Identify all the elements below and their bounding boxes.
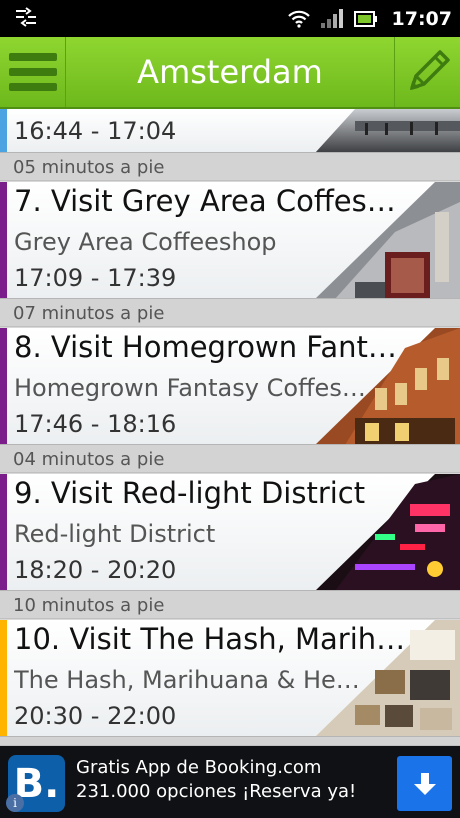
item-time: 16:44 - 17:04 [14,117,177,145]
itinerary-item[interactable]: 9. Visit Red-light District Red-light Di… [0,474,460,591]
menu-icon [8,53,57,61]
category-stripe [0,474,7,590]
itinerary-item[interactable]: 16:44 - 17:04 [0,109,460,153]
item-photo [316,182,460,298]
walking-time-separator [0,737,460,746]
category-stripe [0,109,7,152]
item-time: 17:46 - 18:16 [14,410,177,438]
item-photo [316,620,460,736]
category-stripe [0,182,7,298]
download-button[interactable] [397,756,452,811]
ad-info-icon[interactable]: i [6,794,24,812]
status-bar: 17:07 [0,0,460,37]
menu-icon-bar [8,68,57,76]
edit-button[interactable] [394,37,460,107]
walking-time: 10 minutos a pie [0,591,460,619]
menu-icon-bar [8,83,57,91]
itinerary-list[interactable]: 16:44 - 17:04 05 minutos a pie 7. Visit … [0,109,460,746]
download-arrow-icon [413,772,436,795]
walking-time: 05 minutos a pie [0,153,460,181]
itinerary-item[interactable]: 7. Visit Grey Area Coffeshop Grey Area C… [0,182,460,299]
battery-icon [353,10,377,27]
usb-debug-icon [16,7,36,27]
status-time: 17:07 [391,7,452,30]
category-stripe [0,620,7,736]
itinerary-item[interactable]: 10. Visit The Hash, Marihua… The Hash, M… [0,620,460,737]
item-photo [315,109,460,152]
walking-time: 04 minutos a pie [0,445,460,473]
signal-icon [320,8,343,28]
item-time: 20:30 - 22:00 [14,702,177,730]
wifi-icon [287,10,310,28]
category-stripe [0,328,7,444]
page-title: Amsterdam [137,53,323,91]
ad-banner[interactable]: B. Gratis App de Booking.com 231.000 opc… [0,746,460,818]
pencil-icon [409,50,450,91]
item-time: 18:20 - 20:20 [14,556,177,584]
walking-time: 07 minutos a pie [0,299,460,327]
action-bar: Amsterdam [0,37,460,109]
item-photo [316,474,460,590]
item-photo [316,328,460,444]
itinerary-item[interactable]: 8. Visit Homegrown Fantas… Homegrown Fan… [0,328,460,445]
item-time: 17:09 - 17:39 [14,264,177,292]
menu-button[interactable] [0,37,66,107]
ad-text: Gratis App de Booking.com 231.000 opcion… [76,757,357,802]
